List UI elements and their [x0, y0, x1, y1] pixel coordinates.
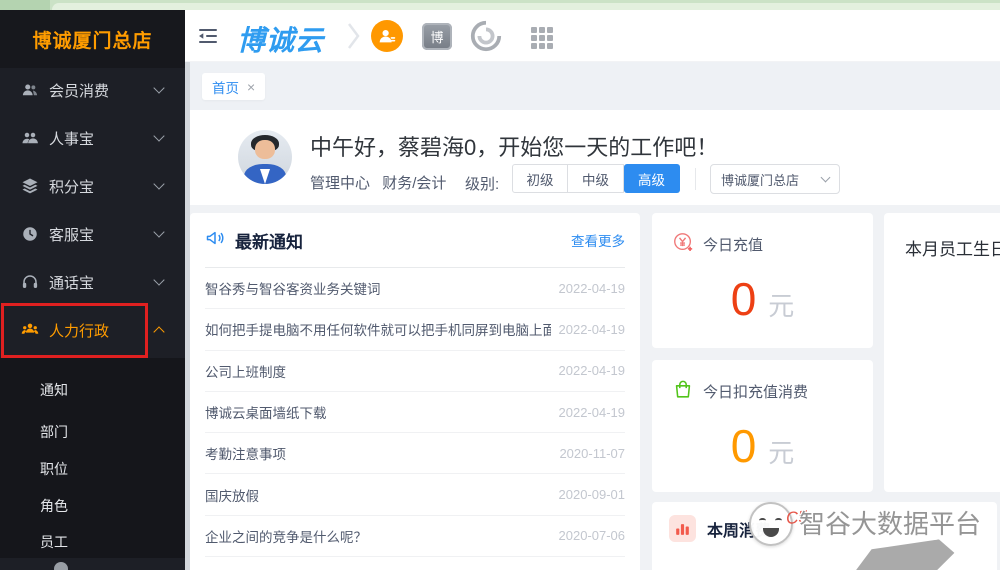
swirl-logo-icon[interactable]	[469, 19, 503, 53]
consume-amount: 0	[731, 419, 757, 473]
headset-icon	[21, 273, 39, 291]
user-avatar-icon[interactable]	[371, 20, 403, 52]
notice-row[interactable]: 智谷秀与智谷客资业务关键词 2022-04-19	[205, 268, 625, 309]
notice-row[interactable]: 公司上班制度 2022-04-19	[205, 351, 625, 392]
today-recharge-card: 今日充值 0 元	[652, 213, 873, 348]
tab-bar: 首页 ×	[190, 62, 1000, 110]
shopping-bag-icon	[672, 378, 694, 405]
stat-value: 0 元	[652, 272, 873, 326]
greeting-panel: 中午好，蔡碧海0，开始您一天的工作吧！ 管理中心 财务/会计 级别: 初级 中级…	[190, 110, 1000, 205]
chevron-down-icon	[153, 274, 164, 285]
sidebar-item-label: 人事宝	[49, 128, 155, 149]
sidebar-item-label: 积分宝	[49, 176, 155, 197]
notice-row[interactable]: 博诚云桌面墙纸下载 2022-04-19	[205, 392, 625, 433]
chevron-down-icon	[153, 226, 164, 237]
role-label: 财务/会计	[382, 175, 446, 192]
level-label: 级别:	[465, 173, 499, 194]
sidebar-item-label: 人力行政	[49, 320, 155, 341]
week-consume-card: 本周消费	[652, 502, 997, 570]
people-icon	[21, 129, 39, 147]
sidebar-item-points[interactable]: 积分宝	[0, 162, 185, 210]
sidebar-item-member-consume[interactable]: 会员消费	[0, 66, 185, 114]
chevron-down-icon	[153, 130, 164, 141]
latest-notice-card: 最新通知 查看更多 智谷秀与智谷客资业务关键词 2022-04-19 如何把手提…	[190, 213, 640, 570]
users-icon	[21, 81, 39, 99]
submenu-item-department[interactable]: 部门	[40, 422, 68, 442]
notice-row[interactable]: 如何把手提电脑不用任何软件就可以把手机同屏到电脑上面 2022-04-19	[205, 309, 625, 350]
sidebar-submenu: 通知 部门 职位 角色 员工	[0, 358, 185, 558]
store-title: 博诚厦门总店	[32, 26, 152, 53]
sidebar-item-label: 会员消费	[49, 80, 155, 101]
greeting-subtitle: 管理中心 财务/会计	[310, 172, 446, 193]
tab-home-label: 首页	[212, 77, 239, 97]
submenu-item-employee[interactable]: 员工	[40, 532, 68, 552]
stat-value: 0 元	[652, 419, 873, 473]
chevron-down-icon	[821, 173, 831, 183]
app-root: 博诚厦门总店 会员消费 人事宝 积分宝	[0, 0, 1000, 570]
group-icon	[21, 321, 39, 339]
partial-menu-icon	[54, 562, 68, 570]
level-senior-button[interactable]: 高级	[624, 164, 680, 193]
stat-title: 今日扣充值消费	[703, 381, 808, 402]
window-top-strip	[0, 0, 1000, 10]
unit-label: 元	[768, 286, 794, 323]
layers-icon	[21, 177, 39, 195]
apps-grid-icon[interactable]	[531, 27, 553, 49]
bar-chart-icon	[669, 515, 696, 542]
notice-row[interactable]: 考勤注意事项 2020-11-07	[205, 433, 625, 474]
chevron-up-icon	[153, 326, 164, 337]
recharge-yuan-icon	[672, 231, 694, 258]
submenu-item-position[interactable]: 职位	[40, 459, 68, 479]
submenu-item-role[interactable]: 角色	[40, 496, 68, 516]
unit-label: 元	[768, 433, 794, 470]
close-icon[interactable]: ×	[247, 79, 255, 95]
sidebar-item-call[interactable]: 通话宝	[0, 258, 185, 306]
sidebar-item-label: 通话宝	[49, 272, 155, 293]
notice-header: 最新通知 查看更多	[190, 213, 640, 267]
chevron-down-icon	[153, 82, 164, 93]
menu-fold-icon[interactable]	[198, 28, 218, 49]
notice-title: 最新通知	[235, 228, 571, 253]
month-birthday-card: 本月员工生日	[884, 213, 1000, 492]
window-top-strip-left	[0, 0, 50, 10]
level-middle-button[interactable]: 中级	[568, 164, 624, 193]
bo-app-icon[interactable]: 博	[422, 23, 452, 50]
sidebar-item-hr-admin[interactable]: 人力行政	[0, 306, 185, 354]
profile-photo	[238, 130, 292, 184]
view-more-link[interactable]: 查看更多	[571, 230, 625, 250]
dept-label: 管理中心	[310, 175, 370, 192]
level-segmented-control: 初级 中级 高级	[512, 164, 680, 193]
birthday-card-title: 本月员工生日	[905, 235, 1000, 260]
sidebar-header: 博诚厦门总店	[0, 10, 185, 68]
notice-row[interactable]: 国庆放假 2020-09-01	[205, 474, 625, 515]
submenu-item-notice[interactable]: 通知	[40, 380, 68, 400]
clock-icon	[21, 225, 39, 243]
store-select[interactable]: 博诚厦门总店	[710, 164, 840, 194]
tab-home[interactable]: 首页 ×	[202, 73, 265, 100]
stat-title: 今日充值	[703, 234, 763, 255]
sidebar-item-service[interactable]: 客服宝	[0, 210, 185, 258]
brand-logo[interactable]: 博诚云	[237, 19, 324, 59]
sidebar-item-hr-treasure[interactable]: 人事宝	[0, 114, 185, 162]
vertical-divider	[695, 168, 696, 190]
separator-chevron-icon	[345, 22, 361, 55]
topbar: 博诚云 博	[185, 10, 1000, 62]
today-consume-card: 今日扣充值消费 0 元	[652, 360, 873, 492]
window-top-strip-tab	[52, 3, 1000, 10]
greeting-text: 中午好，蔡碧海0，开始您一天的工作吧！	[310, 130, 718, 162]
level-junior-button[interactable]: 初级	[512, 164, 568, 193]
chevron-down-icon	[153, 178, 164, 189]
sidebar: 博诚厦门总店 会员消费 人事宝 积分宝	[0, 10, 185, 570]
recharge-amount: 0	[731, 272, 757, 326]
store-select-value: 博诚厦门总店	[721, 170, 822, 189]
sidebar-item-label: 客服宝	[49, 224, 155, 245]
week-card-title: 本周消费	[707, 517, 771, 541]
speaker-icon	[205, 228, 225, 253]
notice-row[interactable]: 企业之间的竞争是什么呢？ 2020-07-06	[205, 516, 625, 557]
